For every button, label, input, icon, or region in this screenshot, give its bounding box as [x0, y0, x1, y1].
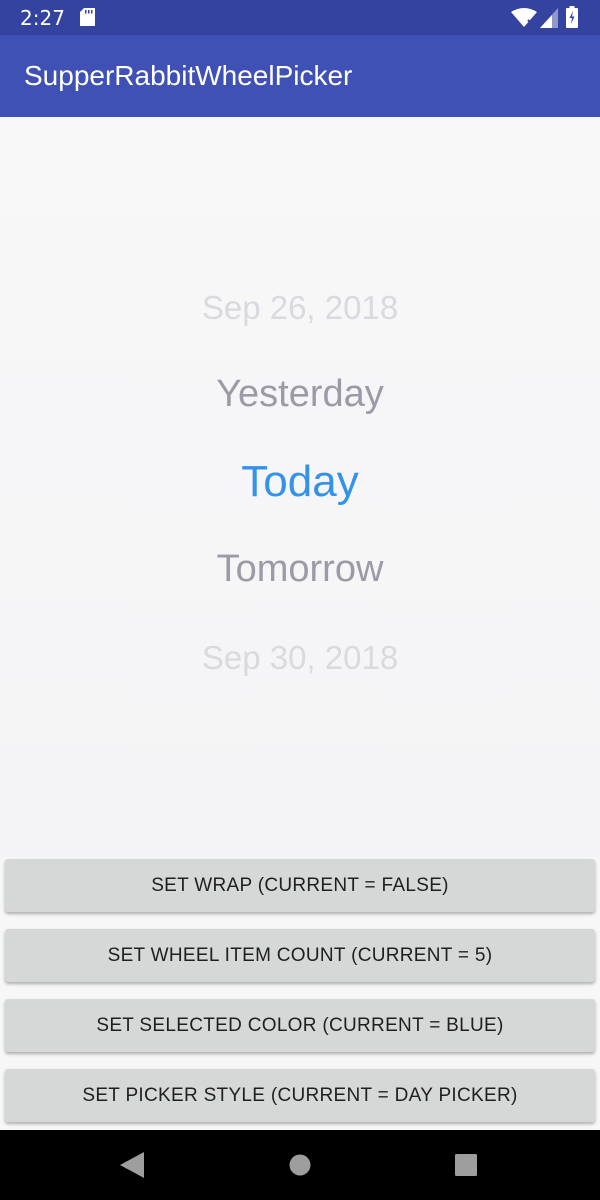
recents-icon[interactable] — [455, 1154, 477, 1176]
set-wheel-item-count-button[interactable]: SET WHEEL ITEM COUNT (CURRENT = 5) — [5, 929, 595, 982]
wifi-icon — [511, 8, 537, 27]
home-icon[interactable] — [288, 1153, 312, 1177]
wheel-item-selected[interactable]: Today — [0, 457, 600, 507]
wheel-item[interactable]: Yesterday — [0, 373, 600, 416]
day-wheel-picker[interactable]: Sep 26, 2018 Yesterday Today Tomorrow Se… — [0, 117, 600, 857]
battery-icon — [566, 6, 578, 28]
wheel-item[interactable]: Sep 30, 2018 — [0, 639, 600, 677]
navigation-bar — [0, 1130, 600, 1200]
signal-icon — [540, 8, 558, 28]
app-title: SupperRabbitWheelPicker — [24, 60, 353, 91]
status-time: 2:27 — [20, 6, 65, 30]
wheel-item[interactable]: Sep 26, 2018 — [0, 289, 600, 327]
back-icon[interactable] — [120, 1152, 144, 1178]
sd-card-icon — [80, 8, 95, 26]
set-wrap-button[interactable]: SET WRAP (CURRENT = FALSE) — [5, 859, 595, 912]
status-bar: 2:27 — [0, 0, 600, 35]
set-picker-style-button[interactable]: SET PICKER STYLE (CURRENT = DAY PICKER) — [5, 1069, 595, 1122]
app-bar: SupperRabbitWheelPicker — [0, 35, 600, 117]
phone-screen: 2:27 SupperRabbitWheelPicker Sep 26, 201… — [0, 0, 600, 1200]
set-selected-color-button[interactable]: SET SELECTED COLOR (CURRENT = BLUE) — [5, 999, 595, 1052]
wheel-item[interactable]: Tomorrow — [0, 548, 600, 591]
